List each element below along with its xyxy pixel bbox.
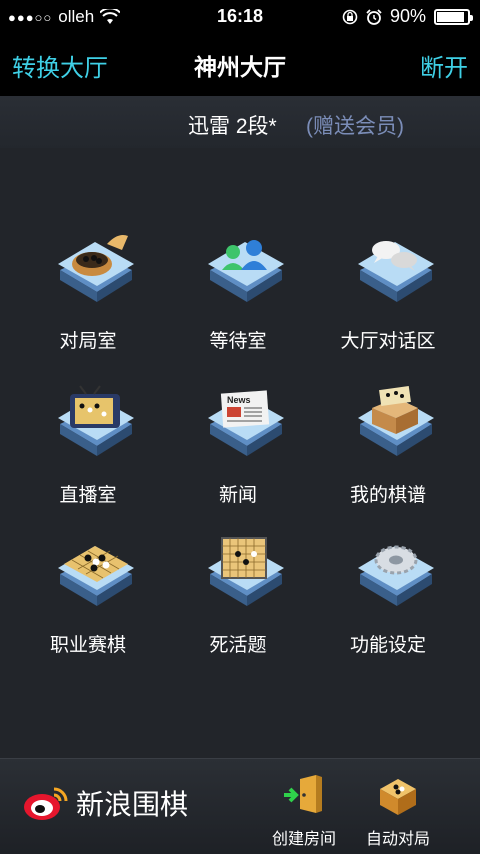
tile-pro-games[interactable]: 职业赛棋 — [8, 534, 168, 664]
tile-my-records[interactable]: 我的棋谱 — [308, 384, 468, 514]
tile-label: 我的棋谱 — [349, 485, 426, 506]
tile-label: 直播室 — [59, 485, 117, 506]
tile-label: 等待室 — [209, 331, 267, 352]
member-status: (赠送会员) — [306, 115, 404, 138]
user-name: 迅雷 2段* — [188, 115, 277, 138]
problem-board-icon — [208, 537, 284, 606]
tile-label: 新闻 — [218, 485, 257, 506]
weibo-logo-icon — [24, 787, 68, 820]
create-room-label: 创建房间 — [271, 831, 336, 848]
status-bar: ●●●○○ olleh 16:18 90% — [0, 0, 480, 34]
tile-label: 职业赛棋 — [49, 635, 126, 656]
battery-icon — [434, 8, 473, 25]
tile-settings[interactable]: 功能设定 — [308, 534, 468, 664]
nav-bar: 转换大厅 神州大厅 断开 — [0, 34, 480, 96]
bottom-bar: 新浪围棋 创建房间 自动对局 — [0, 758, 480, 854]
gear-icon — [358, 545, 434, 606]
tile-game-room[interactable]: 对局室 — [8, 230, 168, 360]
brand: 新浪围棋 — [22, 783, 188, 823]
tile-label: 大厅对话区 — [340, 331, 436, 352]
page-title: 神州大厅 — [194, 54, 286, 80]
tv-icon — [58, 385, 134, 456]
tile-label: 死活题 — [209, 635, 267, 656]
rotation-lock-icon — [342, 9, 358, 24]
tile-news[interactable]: News 新闻 — [158, 384, 318, 514]
main-menu-grid: 对局室 等待室 大厅对话区 直播室 News 新闻 我的棋谱 职业赛棋 死活题 … — [0, 148, 480, 758]
box-icon — [358, 385, 434, 456]
go-board-icon — [58, 546, 134, 606]
disconnect-button[interactable]: 断开 — [420, 48, 468, 83]
status-right: 90% — [342, 6, 473, 27]
brand-name: 新浪围棋 — [76, 789, 189, 820]
alarm-icon — [366, 8, 382, 25]
newspaper-icon: News — [208, 390, 284, 456]
battery-percent: 90% — [389, 6, 426, 26]
tile-waiting-room[interactable]: 等待室 — [158, 230, 318, 360]
go-box-icon — [380, 779, 416, 815]
news-icon-text: News — [227, 395, 251, 405]
tile-live-room[interactable]: 直播室 — [8, 384, 168, 514]
chat-bubbles-icon — [358, 241, 434, 302]
go-bowl-icon — [58, 235, 134, 302]
users-icon — [208, 240, 284, 302]
tile-life-death[interactable]: 死活题 — [158, 534, 318, 664]
user-bar: 迅雷 2段* (赠送会员) — [0, 96, 480, 149]
door-enter-icon — [284, 775, 322, 813]
tile-label: 对局室 — [59, 331, 117, 352]
auto-match-label: 自动对局 — [365, 831, 430, 848]
tile-label: 功能设定 — [349, 635, 426, 656]
tile-hall-chat[interactable]: 大厅对话区 — [308, 230, 468, 360]
